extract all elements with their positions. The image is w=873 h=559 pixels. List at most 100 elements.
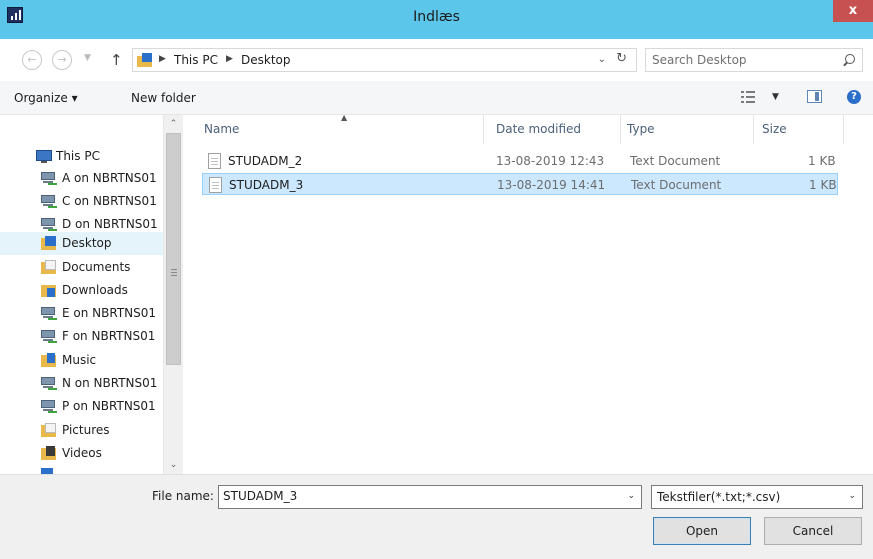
sidebar-item-label: N on NBRTNS01 (62, 376, 158, 390)
sidebar-item-music[interactable]: Music (0, 349, 163, 372)
help-icon[interactable]: ? (847, 90, 861, 104)
sidebar-item-documents[interactable]: Documents (0, 256, 163, 279)
desktop-folder-icon (137, 53, 152, 67)
table-row[interactable]: STUDADM_3 13-08-2019 14:41 Text Document… (202, 173, 838, 195)
organize-button[interactable]: Organize ▾ (14, 91, 78, 105)
sidebar-item-f-drive[interactable]: F on NBRTNS01 (0, 325, 163, 348)
column-header-date-modified[interactable]: Date modified (490, 115, 621, 144)
command-bar: Organize ▾ New folder ▼ ? (0, 81, 873, 115)
column-header-name[interactable]: Name ▲ (198, 113, 484, 144)
breadcrumb-desktop[interactable]: Desktop (241, 53, 291, 67)
sidebar-item-label: This PC (56, 149, 100, 163)
back-arrow-icon[interactable]: ← (22, 50, 42, 70)
sidebar-item-a-drive[interactable]: A on NBRTNS01 (0, 167, 163, 190)
computer-icon (36, 149, 52, 163)
scroll-down-arrow-icon[interactable]: ⌄ (164, 457, 183, 473)
network-drive-icon (41, 171, 57, 185)
pictures-folder-icon (41, 423, 57, 437)
up-arrow-icon[interactable]: ↑ (110, 51, 123, 69)
file-size: 1 KB (809, 178, 837, 192)
sidebar-item-label: P on NBRTNS01 (62, 399, 156, 413)
file-date-modified: 13-08-2019 12:43 (496, 154, 605, 168)
search-box[interactable] (645, 48, 863, 72)
address-row: ← → ▼ ↑ ▶ This PC ▶ Desktop ⌄ ↻ (0, 39, 873, 81)
sidebar-item-c-drive[interactable]: C on NBRTNS01 (0, 190, 163, 213)
search-input[interactable] (652, 53, 832, 67)
cancel-button[interactable]: Cancel (764, 517, 862, 545)
breadcrumb-separator-icon[interactable]: ▶ (226, 54, 233, 64)
videos-folder-icon (41, 446, 57, 460)
sidebar-item-label: D on NBRTNS01 (62, 217, 158, 231)
file-name: STUDADM_3 (229, 178, 304, 192)
sidebar-item-pictures[interactable]: Pictures (0, 419, 163, 442)
text-document-icon (209, 177, 222, 193)
open-button[interactable]: Open (653, 517, 751, 545)
address-bar[interactable]: ▶ This PC ▶ Desktop ⌄ ↻ (132, 48, 637, 72)
sort-ascending-icon: ▲ (341, 113, 348, 122)
column-header-label: Name (204, 122, 240, 136)
sidebar-item-label: Desktop (62, 236, 112, 250)
documents-folder-icon (41, 260, 57, 274)
file-name: STUDADM_2 (228, 154, 303, 168)
file-size: 1 KB (808, 154, 836, 168)
network-drive-icon (41, 194, 57, 208)
refresh-icon[interactable]: ↻ (616, 51, 627, 66)
sidebar-item-label: F on NBRTNS01 (62, 329, 156, 343)
network-drive-icon (41, 399, 57, 413)
sidebar-item-label: Pictures (62, 423, 110, 437)
preview-pane-icon[interactable] (807, 90, 822, 103)
table-row[interactable]: STUDADM_2 13-08-2019 12:43 Text Document… (202, 150, 838, 172)
network-drive-icon (41, 217, 57, 231)
breadcrumb-this-pc[interactable]: This PC (174, 53, 218, 67)
sidebar-item-e-drive[interactable]: E on NBRTNS01 (0, 302, 163, 325)
close-button[interactable]: x (833, 0, 873, 22)
view-options-dropdown-icon[interactable]: ▼ (772, 92, 779, 102)
sidebar-item-label: Documents (62, 260, 131, 274)
search-icon[interactable] (845, 54, 855, 64)
sidebar-item-this-pc[interactable]: This PC (0, 145, 163, 168)
column-header-label: Date modified (496, 122, 582, 136)
scroll-up-arrow-icon[interactable]: ⌃ (164, 116, 183, 132)
sidebar-item-desktop[interactable]: Desktop (0, 232, 163, 255)
file-type-select[interactable]: Tekstfiler(*.txt;*.csv) ⌄ (651, 485, 863, 509)
sidebar-item-label: C on NBRTNS01 (62, 194, 157, 208)
file-type: Text Document (630, 154, 721, 168)
sidebar-item-p-drive[interactable]: P on NBRTNS01 (0, 395, 163, 418)
scrollbar-thumb[interactable] (166, 133, 181, 365)
address-dropdown-icon[interactable]: ⌄ (598, 54, 606, 65)
file-list: Name ▲ Date modified Type Size STUDADM_2… (186, 113, 873, 474)
column-header-type[interactable]: Type (621, 115, 754, 144)
breadcrumb-separator-icon[interactable]: ▶ (159, 54, 166, 64)
sidebar-item-label: Music (62, 353, 97, 367)
recent-locations-dropdown-icon[interactable]: ▼ (84, 53, 91, 63)
chevron-down-icon[interactable]: ⌄ (627, 491, 635, 501)
scrollbar-grip-icon (171, 269, 177, 276)
window-title: Indlæs (413, 9, 460, 25)
chevron-down-icon[interactable]: ⌄ (848, 491, 856, 501)
music-folder-icon (41, 353, 57, 367)
network-drive-icon (41, 306, 57, 320)
downloads-folder-icon (41, 283, 57, 297)
sidebar-item-label: A on NBRTNS01 (62, 171, 157, 185)
file-name-label: File name: (152, 489, 214, 503)
file-name-input[interactable] (223, 489, 613, 503)
text-document-icon (208, 153, 221, 169)
sidebar-item-downloads[interactable]: Downloads (0, 279, 163, 302)
network-drive-icon (41, 376, 57, 390)
sidebar-item-label: Downloads (62, 283, 128, 297)
file-type-value: Tekstfiler(*.txt;*.csv) (657, 490, 781, 504)
sidebar-item-videos[interactable]: Videos (0, 442, 163, 465)
sidebar-item-label: Videos (62, 446, 102, 460)
navigation-scrollbar[interactable]: ⌃ ⌄ (163, 115, 183, 474)
file-name-combobox[interactable]: ⌄ (218, 485, 642, 509)
column-header-label: Size (762, 122, 787, 136)
sidebar-item-label: E on NBRTNS01 (62, 306, 157, 320)
network-drive-icon (41, 329, 57, 343)
title-bar: Indlæs x (0, 0, 873, 39)
new-folder-button[interactable]: New folder (131, 91, 196, 105)
column-header-label: Type (627, 122, 655, 136)
forward-arrow-icon[interactable]: → (52, 50, 72, 70)
column-header-size[interactable]: Size (756, 115, 844, 144)
sidebar-item-n-drive[interactable]: N on NBRTNS01 (0, 372, 163, 395)
change-view-icon[interactable] (741, 91, 755, 103)
